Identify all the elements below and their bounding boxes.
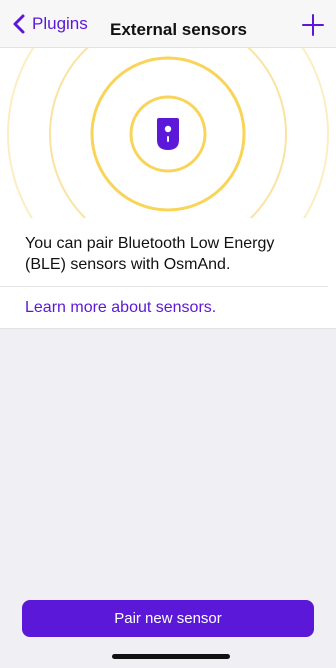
info-section: You can pair Bluetooth Low Energy (BLE) … bbox=[0, 218, 336, 329]
concentric-rings-graphic bbox=[7, 48, 329, 218]
plus-icon bbox=[301, 13, 325, 42]
add-sensor-button[interactable] bbox=[300, 13, 326, 42]
sensor-icon bbox=[157, 118, 179, 150]
sensor-illustration bbox=[0, 48, 336, 218]
ble-description-text: You can pair Bluetooth Low Energy (BLE) … bbox=[0, 218, 328, 287]
learn-more-link[interactable]: Learn more about sensors. bbox=[0, 287, 336, 328]
page-title: External sensors bbox=[110, 20, 248, 39]
back-button-label: Plugins bbox=[32, 14, 88, 33]
navigation-bar: Plugins External sensors bbox=[0, 0, 336, 48]
back-button[interactable]: Plugins bbox=[10, 12, 88, 36]
pair-new-sensor-button[interactable]: Pair new sensor bbox=[22, 600, 314, 637]
external-sensors-screen: Plugins External sensors You can pair Bl… bbox=[0, 0, 336, 668]
home-indicator bbox=[112, 654, 230, 659]
chevron-left-icon bbox=[10, 12, 28, 36]
